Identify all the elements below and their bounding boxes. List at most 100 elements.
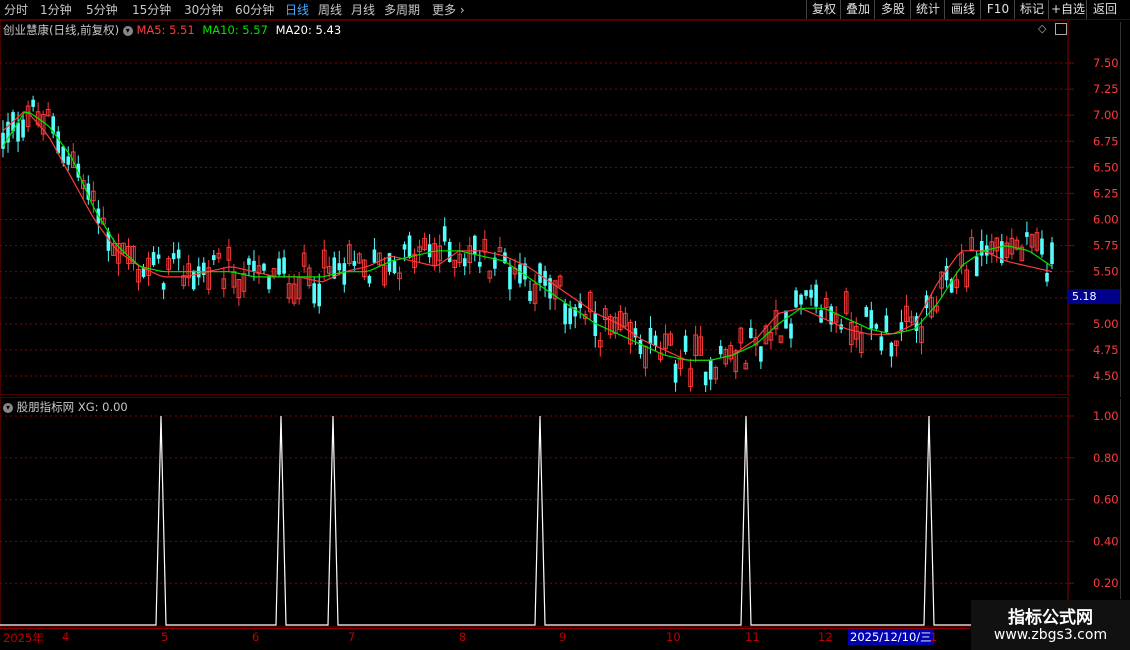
kline-chart[interactable]: 7.507.257.006.756.506.256.005.755.505.25… (0, 20, 1130, 395)
candle-body (267, 275, 271, 290)
candle-body (759, 346, 763, 362)
tab-multi-period[interactable]: 多周期 (384, 1, 420, 18)
overlay-button[interactable]: 叠加 (840, 0, 875, 19)
candle-body (1040, 238, 1044, 255)
candle-body (814, 284, 818, 307)
candle-body (337, 263, 342, 271)
candle-body (31, 99, 35, 107)
candle-body (884, 315, 889, 333)
diamond-icon[interactable]: ◇ (1038, 22, 1046, 35)
statistics-button[interactable]: 统计 (910, 0, 945, 19)
candle-body (317, 283, 322, 307)
fuquan-button[interactable]: 复权 (806, 0, 841, 19)
candle-body (864, 307, 869, 317)
candle-body (392, 261, 397, 274)
tab-30min[interactable]: 30分钟 (184, 1, 223, 18)
candle-body (648, 327, 653, 345)
tab-1min[interactable]: 1分钟 (40, 1, 72, 18)
price-tick-label: 7.25 (1093, 82, 1119, 96)
ma10-label: MA10: 5.57 (202, 23, 268, 37)
candle-body (794, 290, 798, 308)
price-tick-label: 4.75 (1093, 343, 1119, 357)
add-watchlist-button[interactable]: +自选 (1048, 0, 1087, 19)
tab-fenshi[interactable]: 分时 (4, 1, 28, 18)
mark-button[interactable]: 标记 (1014, 0, 1049, 19)
candle-body (789, 323, 793, 339)
ma20-label: MA20: 5.43 (275, 23, 342, 37)
candle-body (156, 254, 161, 259)
indicator-tick-label: 0.40 (1093, 534, 1119, 548)
draw-line-button[interactable]: 画线 (944, 0, 981, 19)
candle-body (568, 308, 572, 325)
window-toggle-icon[interactable] (1055, 23, 1067, 35)
candle-body (262, 263, 266, 271)
candle-body (804, 290, 808, 296)
cursor-date-label: 2025/12/10/三 (848, 629, 934, 645)
watermark-logo: 指标公式网 www.zbgs3.com (971, 600, 1130, 650)
indicator-chart[interactable]: 1.00 0.80 0.60 0.40 0.20 (0, 397, 1130, 627)
candle-body (563, 303, 567, 325)
candle-body (171, 253, 176, 260)
chevron-right-icon: › (459, 3, 465, 17)
watermark-title: 指标公式网 (1008, 608, 1093, 628)
period-toolbar: 分时 1分钟 5分钟 15分钟 30分钟 60分钟 日线 周线 月线 多周期 更… (0, 0, 1130, 20)
price-tick-label: 5.75 (1093, 239, 1119, 253)
candle-body (478, 261, 482, 267)
stock-title: 创业慧康(日线,前复权) (3, 23, 120, 37)
candle-body (508, 266, 512, 290)
candle-body (247, 258, 251, 265)
candle-body (528, 290, 532, 301)
f10-button[interactable]: F10 (980, 0, 1015, 19)
settings-circle-icon[interactable]: ▾ (122, 25, 133, 36)
candle-body (538, 263, 542, 283)
tab-15min[interactable]: 15分钟 (132, 1, 171, 18)
chart-info-line: 创业慧康(日线,前复权) ▾ MA5: 5.51 MA10: 5.57 MA20… (3, 22, 341, 38)
candle-body (447, 241, 452, 262)
ma10-line (2, 110, 1053, 361)
time-label-sep: 9 (559, 630, 567, 644)
tab-daily[interactable]: 日线 (285, 1, 309, 18)
candle-body (1025, 232, 1029, 237)
candle-body (252, 260, 256, 272)
indicator-settings-icon[interactable]: ▾ (3, 402, 13, 413)
tab-more[interactable]: 更多 › (432, 1, 465, 18)
time-label-may: 5 (161, 630, 169, 644)
candle-body (889, 342, 894, 357)
price-tick-label: 6.00 (1093, 213, 1119, 227)
time-label-nov: 11 (745, 630, 760, 644)
tab-monthly[interactable]: 月线 (351, 1, 375, 18)
candle-body (703, 371, 708, 386)
candle-body (708, 360, 713, 380)
back-button[interactable]: 返回 (1086, 0, 1123, 19)
indicator-info-line: ▾ 股朋指标网 XG: 0.00 (3, 399, 128, 415)
candle-body (442, 226, 447, 242)
candle-body (212, 255, 216, 261)
candle-body (879, 336, 884, 351)
watermark-url: www.zbgs3.com (993, 627, 1108, 643)
price-tick-label: 5.50 (1093, 265, 1119, 279)
candle-body (151, 252, 156, 266)
price-tick-label: 7.50 (1093, 56, 1119, 70)
candle-body (1045, 272, 1049, 282)
time-label-apr: 4 (62, 630, 70, 644)
candle-body (141, 268, 146, 277)
indicator-tick-label: 0.20 (1093, 576, 1119, 590)
candle-body (718, 345, 723, 355)
tab-5min[interactable]: 5分钟 (86, 1, 118, 18)
candle-body (653, 335, 658, 347)
candle-body (161, 283, 166, 290)
multi-stock-button[interactable]: 多股 (874, 0, 911, 19)
side-panel-strip (1120, 22, 1130, 397)
indicator-tick-label: 0.60 (1093, 493, 1119, 507)
indicator-value: XG: 0.00 (77, 400, 128, 414)
price-tick-label: 4.50 (1093, 369, 1119, 383)
tab-60min[interactable]: 60分钟 (235, 1, 274, 18)
candle-body (1050, 242, 1054, 265)
indicator-tick-label: 1.00 (1093, 409, 1119, 423)
more-label: 更多 (432, 3, 457, 17)
tab-weekly[interactable]: 周线 (318, 1, 342, 18)
candle-body (749, 327, 753, 339)
candle-body (427, 244, 432, 258)
candle-body (809, 289, 813, 298)
ma5-label: MA5: 5.51 (136, 23, 195, 37)
